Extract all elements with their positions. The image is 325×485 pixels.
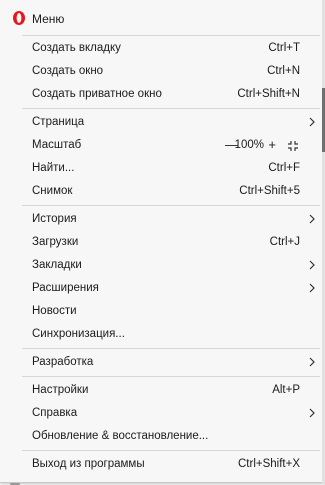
menu-item-shortcut: Ctrl+T — [268, 42, 300, 54]
zoom-level: 100% — [234, 139, 264, 151]
fullscreen-icon[interactable] — [287, 140, 299, 152]
menu-item-label: Синхронизация... — [32, 328, 125, 340]
menu-item-label: Новости — [32, 305, 77, 317]
menu-item-label: Обновление & восстановление... — [32, 430, 209, 442]
chevron-right-icon — [309, 260, 315, 270]
menu-item-label: История — [32, 213, 77, 225]
menu-item-label: Масштаб — [32, 139, 82, 151]
menu-item-zoom[interactable]: Масштаб — 100% + — [0, 134, 322, 157]
menu-item-label: Создать окно — [32, 65, 104, 77]
separator — [22, 376, 320, 377]
separator — [22, 450, 320, 451]
separator — [22, 35, 320, 36]
menu-item-sync[interactable]: Синхронизация... — [0, 323, 322, 346]
menu-item-downloads[interactable]: Загрузки Ctrl+J — [0, 231, 322, 254]
menu-item-label: Закладки — [32, 259, 82, 271]
menu-item-developer[interactable]: Разработка — [0, 351, 322, 374]
menu-item-page[interactable]: Страница — [0, 111, 322, 134]
separator — [22, 348, 320, 349]
menu-item-shortcut: Alt+P — [272, 384, 300, 396]
menu-item-exit[interactable]: Выход из программы Ctrl+Shift+X — [0, 453, 322, 476]
opera-logo-icon — [13, 11, 25, 25]
menu-item-shortcut: Ctrl+F — [268, 162, 300, 174]
menu-item-help[interactable]: Справка — [0, 402, 322, 425]
chevron-right-icon — [309, 357, 315, 367]
menu-item-update-recovery[interactable]: Обновление & восстановление... — [0, 425, 322, 448]
menu-item-shortcut: Ctrl+Shift+N — [237, 88, 300, 100]
menu-item-find[interactable]: Найти... Ctrl+F — [0, 157, 322, 180]
menu-title: Меню — [32, 12, 65, 26]
menu-item-bookmarks[interactable]: Закладки — [0, 254, 322, 277]
opera-main-menu: Меню Создать вкладку Ctrl+T Создать окно… — [0, 0, 323, 483]
menu-item-label: Справка — [32, 407, 78, 419]
menu-item-shortcut: Ctrl+Shift+X — [238, 458, 300, 470]
chevron-right-icon — [309, 283, 315, 293]
menu-item-shortcut: Ctrl+N — [267, 65, 300, 77]
menu-item-label: Создать приватное окно — [32, 88, 162, 100]
menu-item-label: Расширения — [32, 282, 99, 294]
separator — [22, 108, 320, 109]
zoom-in-button[interactable]: + — [268, 137, 276, 152]
menu-item-label: Выход из программы — [32, 458, 145, 470]
menu-item-shortcut: Ctrl+J — [269, 236, 300, 248]
menu-item-label: Снимок — [32, 185, 73, 197]
menu-item-new-private-window[interactable]: Создать приватное окно Ctrl+Shift+N — [0, 83, 322, 106]
menu-item-snapshot[interactable]: Снимок Ctrl+Shift+5 — [0, 180, 322, 203]
menu-item-label: Найти... — [32, 162, 75, 174]
menu-item-shortcut: Ctrl+Shift+5 — [239, 185, 300, 197]
menu-item-label: Страница — [32, 116, 85, 128]
menu-item-label: Создать вкладку — [32, 42, 121, 54]
chevron-right-icon — [309, 214, 315, 224]
menu-item-news[interactable]: Новости — [0, 300, 322, 323]
menu-item-history[interactable]: История — [0, 208, 322, 231]
menu-item-label: Загрузки — [32, 236, 79, 248]
menu-item-label: Разработка — [32, 356, 94, 368]
menu-item-label: Настройки — [32, 384, 89, 396]
menu-header[interactable]: Меню — [0, 0, 322, 35]
menu-item-new-window[interactable]: Создать окно Ctrl+N — [0, 60, 322, 83]
chevron-right-icon — [309, 117, 315, 127]
chevron-right-icon — [309, 408, 315, 418]
separator — [22, 205, 320, 206]
menu-item-new-tab[interactable]: Создать вкладку Ctrl+T — [0, 37, 322, 60]
menu-item-extensions[interactable]: Расширения — [0, 277, 322, 300]
menu-item-settings[interactable]: Настройки Alt+P — [0, 379, 322, 402]
